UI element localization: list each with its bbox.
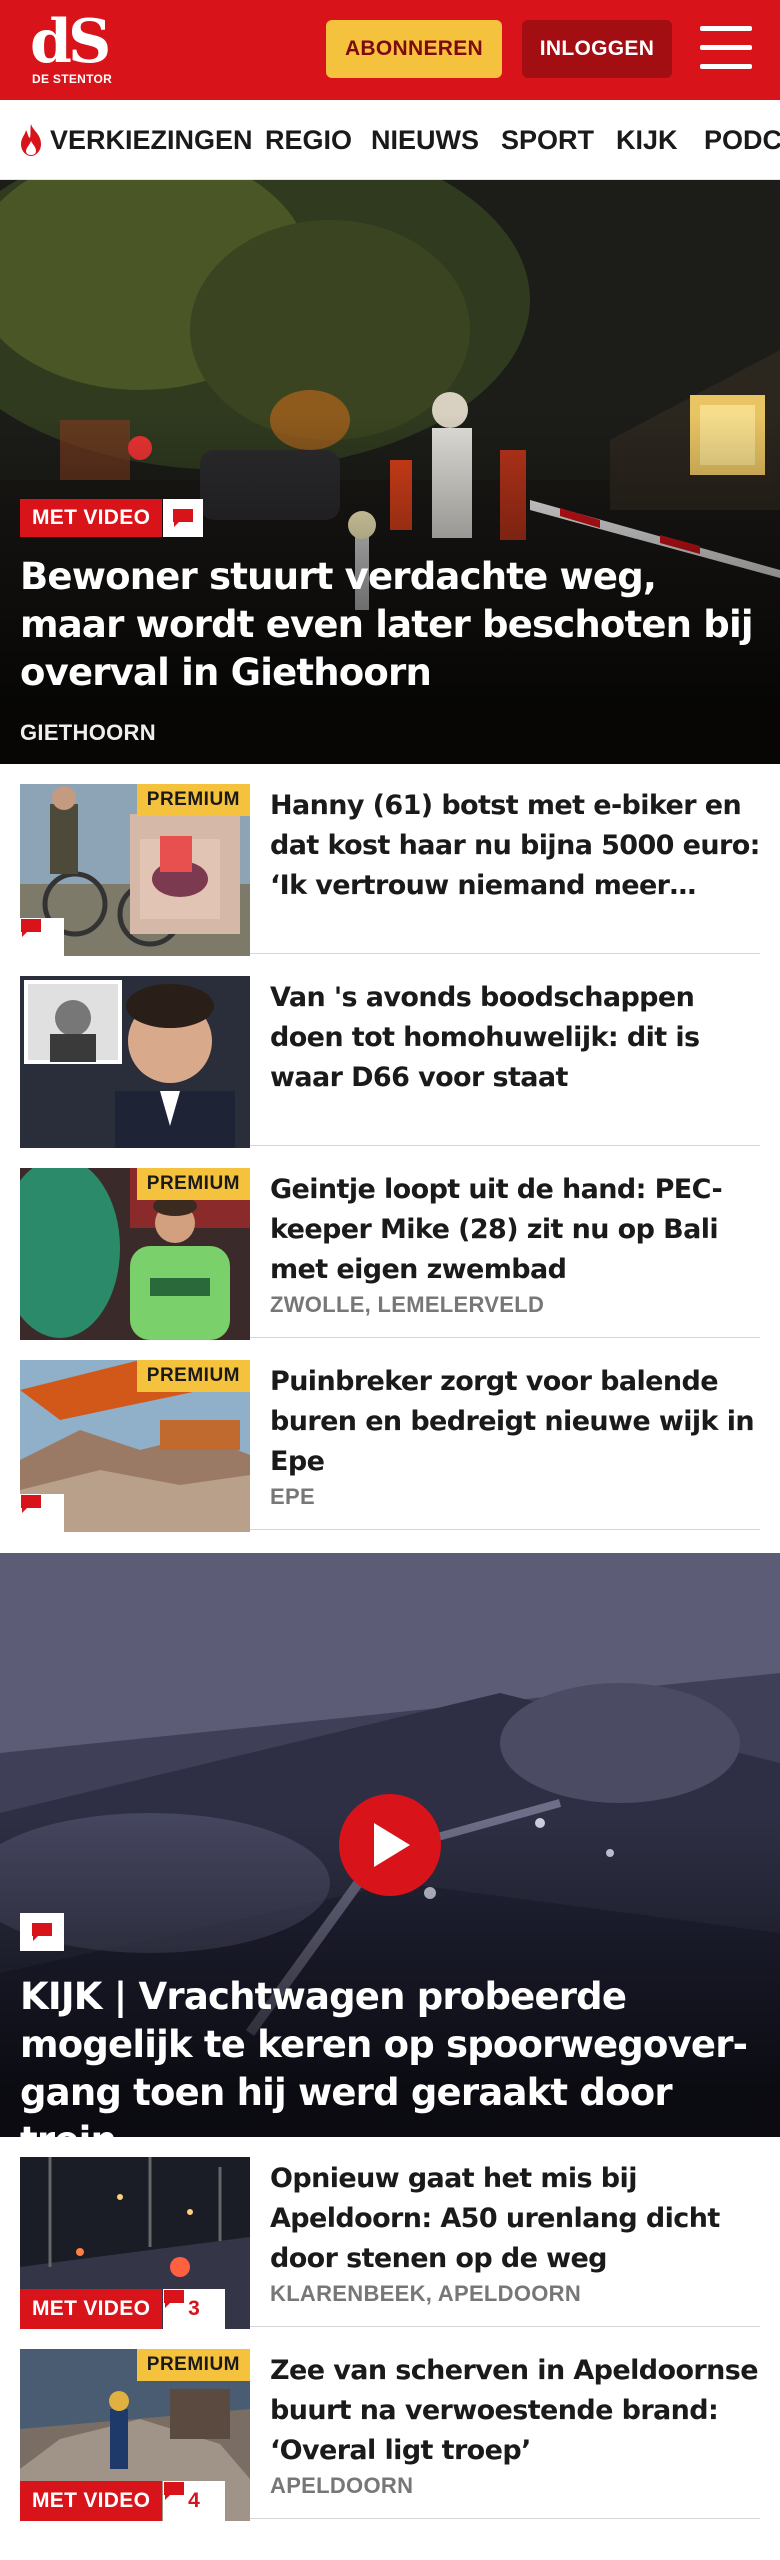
comment-icon [164, 2290, 184, 2308]
comments-badge[interactable] [20, 918, 64, 956]
nav-item-nieuws[interactable]: NIEUWS [371, 100, 479, 179]
video-badge: MET VIDEO [20, 499, 163, 537]
nav-item-sport[interactable]: SPORT [501, 100, 594, 179]
nav-item-podcast[interactable]: PODC [704, 100, 780, 179]
thumbnail-image [20, 976, 250, 1148]
logo-subtitle: DE STENTOR [32, 72, 113, 86]
section-nav: VERKIEZINGEN REGIO NIEUWS SPORT KIJK POD… [0, 100, 780, 180]
article-title[interactable]: Van 's avonds boodschappen doen tot homo… [270, 978, 760, 1098]
comment-icon [164, 2482, 184, 2500]
play-icon [374, 1823, 410, 1867]
article-title[interactable]: Zee van scherven in Apeldoornse buurt na… [270, 2351, 760, 2471]
nav-label: VERKIEZINGEN [50, 124, 253, 155]
article-location: KLARENBEEK, APELDOORN [270, 2281, 582, 2306]
nav-item-kijk[interactable]: KIJK [616, 100, 678, 179]
video-badge: MET VIDEO [20, 2481, 163, 2521]
video-title[interactable]: KIJK | Vrachtwagen probeerde mogelijk te… [20, 1973, 770, 2137]
article-thumbnail[interactable]: PREMIUM [20, 784, 250, 956]
premium-badge: PREMIUM [136, 1168, 250, 1200]
nav-item-regio[interactable]: REGIO [265, 100, 352, 179]
article-thumbnail[interactable]: PREMIUM MET VIDEO 4 [20, 2349, 250, 2521]
comment-count: 3 [188, 2297, 200, 2320]
site-logo[interactable]: dS DE STENTOR [24, 7, 134, 92]
nav-item-verkiezingen[interactable]: VERKIEZINGEN [18, 100, 253, 179]
article-item[interactable]: PREMIUM Geintje loopt uit de hand: PEC-k… [20, 1148, 760, 1340]
play-button[interactable] [339, 1794, 441, 1896]
comments-badge[interactable]: 3 [163, 2289, 225, 2329]
article-thumbnail[interactable]: PREMIUM [20, 1360, 250, 1532]
flame-icon [21, 124, 41, 156]
article-title[interactable]: Geintje loopt uit de hand: PEC-keeper Mi… [270, 1170, 760, 1290]
article-title[interactable]: Hanny (61) botst met e-biker en dat kost… [270, 786, 760, 906]
subscribe-button[interactable]: ABONNEREN [326, 20, 502, 78]
video-badge: MET VIDEO [20, 2289, 163, 2329]
comments-badge[interactable] [20, 1494, 64, 1532]
article-title[interactable]: Opnieuw gaat het mis bij Apeldoorn: A50 … [270, 2159, 760, 2279]
video-article[interactable]: KIJK | Vrachtwagen probeerde mogelijk te… [0, 1553, 780, 2137]
article-thumbnail[interactable]: MET VIDEO 3 [20, 2157, 250, 2329]
comment-icon [32, 1923, 52, 1941]
article-item[interactable]: MET VIDEO 3 Opnieuw gaat het mis bij Ape… [20, 2137, 760, 2329]
article-item[interactable]: PREMIUM Hanny (61) botst met e-biker en … [20, 764, 760, 956]
comments-badge[interactable]: 4 [163, 2481, 225, 2521]
comment-icon [21, 919, 41, 937]
premium-badge: PREMIUM [136, 2349, 250, 2381]
menu-icon[interactable] [700, 26, 752, 70]
hero-location: GIETHOORN [20, 720, 156, 745]
hero-title[interactable]: Bewoner stuurt verdachte weg, maar wordt… [20, 553, 765, 697]
premium-badge: PREMIUM [136, 1360, 250, 1392]
article-location: EPE [270, 1484, 315, 1509]
comment-icon [21, 1495, 41, 1513]
article-location: APELDOORN [270, 2473, 414, 2498]
hero-article[interactable]: MET VIDEO Bewoner stuurt verdachte weg, … [0, 180, 780, 764]
comment-icon [173, 509, 193, 527]
article-thumbnail[interactable] [20, 976, 250, 1148]
article-item[interactable]: Van 's avonds boodschappen doen tot homo… [20, 956, 760, 1148]
article-item[interactable]: PREMIUM MET VIDEO 4 Zee van scherven in … [20, 2329, 760, 2521]
article-thumbnail[interactable]: PREMIUM [20, 1168, 250, 1340]
article-title[interactable]: Puinbreker zorgt voor balende buren en b… [270, 1362, 760, 1482]
site-header: dS DE STENTOR ABONNEREN INLOGGEN [0, 0, 780, 100]
comment-count: 4 [188, 2489, 200, 2512]
comments-badge[interactable] [20, 1913, 64, 1951]
article-location: ZWOLLE, LEMELERVELD [270, 1292, 545, 1317]
login-button[interactable]: INLOGGEN [522, 20, 672, 78]
comments-badge[interactable] [163, 499, 203, 537]
article-item[interactable]: PREMIUM Puinbreker zorgt voor balende bu… [20, 1340, 760, 1532]
logo-mark: dS [30, 7, 111, 77]
premium-badge: PREMIUM [136, 784, 250, 816]
